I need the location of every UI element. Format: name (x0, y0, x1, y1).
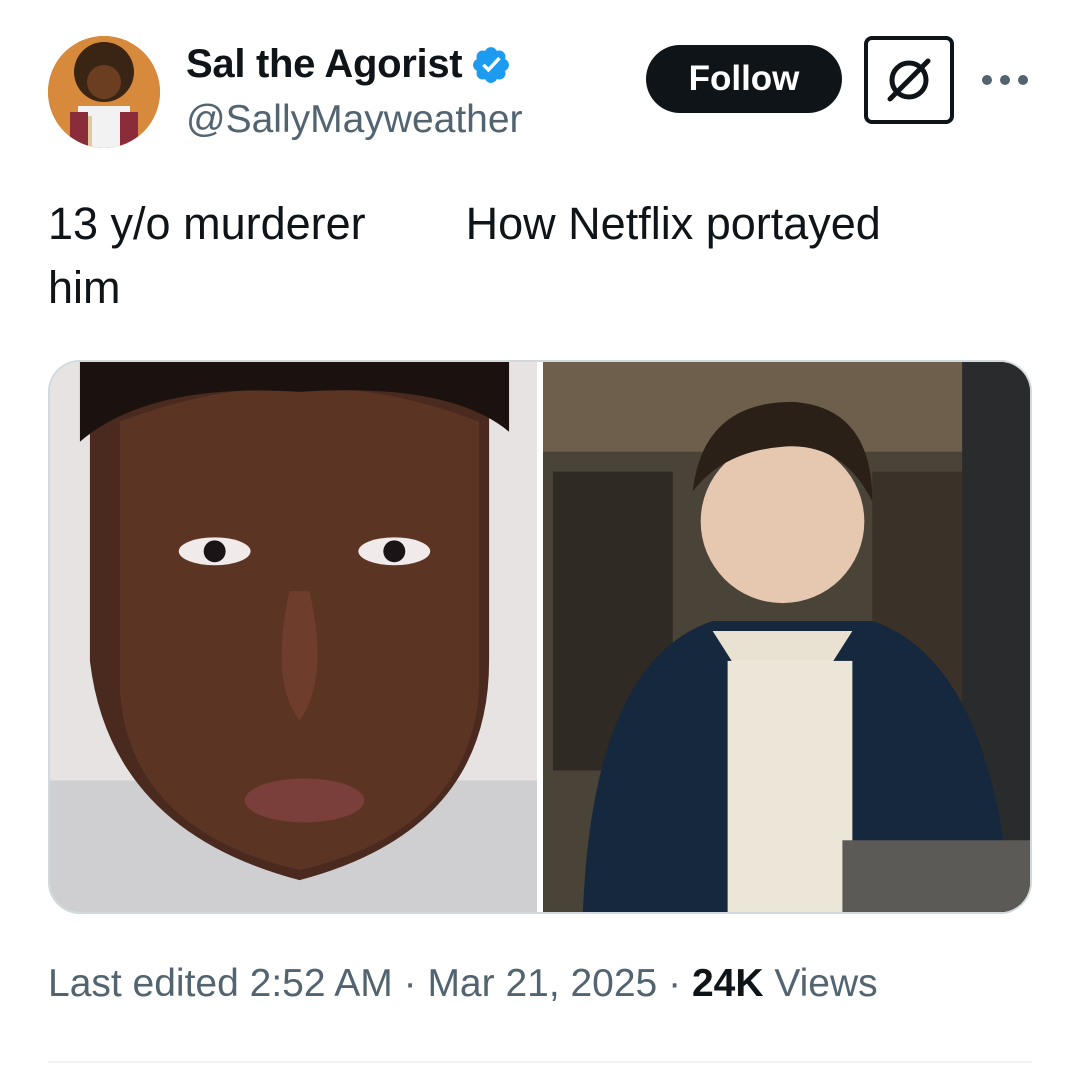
tweet-media-grid (48, 360, 1032, 914)
avatar[interactable] (48, 36, 160, 148)
tweet-date[interactable]: Mar 21, 2025 (427, 962, 657, 1005)
meta-separator: · (403, 962, 417, 1005)
author-display-name[interactable]: Sal the Agorist (186, 42, 463, 87)
name-row: Sal the Agorist (186, 42, 512, 87)
divider (48, 1061, 1032, 1063)
author-handle[interactable]: @SallyMayweather (186, 98, 523, 142)
meta-separator: · (668, 962, 682, 1005)
verified-badge-icon[interactable] (470, 44, 512, 86)
grok-button[interactable] (864, 36, 954, 124)
more-options-button[interactable] (976, 60, 1034, 100)
follow-button[interactable]: Follow (646, 45, 842, 113)
media-image-mugshot[interactable] (50, 362, 537, 912)
tweet-meta: Last edited 2:52 AM · Mar 21, 2025 · 24K… (48, 962, 878, 1006)
netflix-actor-still (543, 362, 1030, 912)
views-count: 24K (691, 962, 764, 1005)
media-image-netflix-still[interactable] (543, 362, 1030, 912)
edited-label[interactable]: Last edited (48, 962, 239, 1005)
more-dots-icon (982, 75, 1028, 85)
tweet-text: 13 y/o murderer How Netflix portayed him (48, 198, 881, 313)
mugshot-photo (50, 362, 537, 912)
tweet-time[interactable]: 2:52 AM (250, 962, 393, 1005)
views-label: Views (774, 962, 878, 1005)
avatar-image (48, 36, 160, 148)
grok-icon (887, 58, 931, 102)
tweet-header: Sal the Agorist @SallyMayweather Follow (48, 36, 1038, 148)
